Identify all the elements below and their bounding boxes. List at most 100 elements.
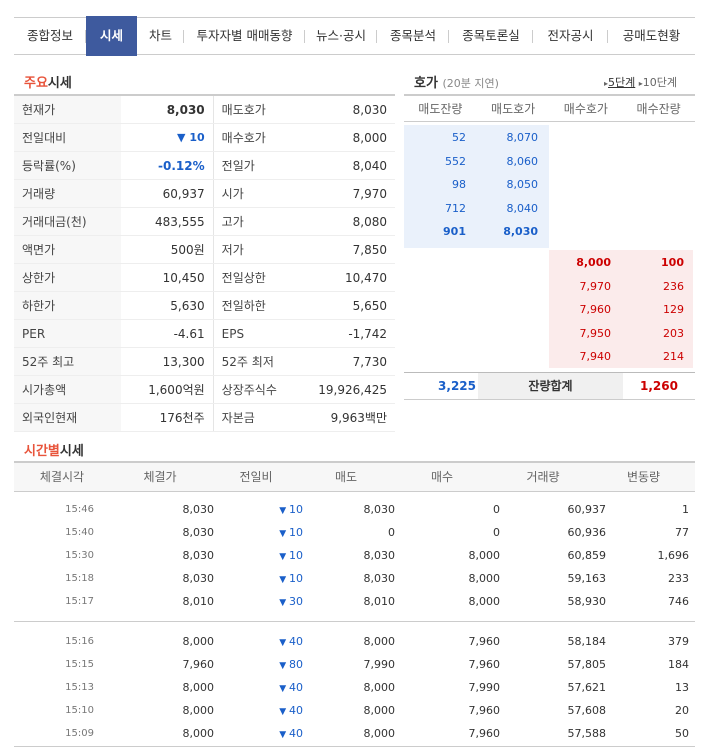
time-volume: 60,937 — [567, 503, 607, 516]
bid-price: 8,000 — [576, 256, 611, 269]
time-price: 8,000 — [182, 635, 215, 648]
time-header-1: 체결가 — [143, 470, 177, 484]
bid-qty: 100 — [661, 256, 684, 269]
time-row: 15:10 8,000 ▼ 40 8,000 7,960 57,608 20 — [14, 699, 695, 722]
quote-l1: 시가총액 — [14, 375, 121, 404]
quote-v1: -4.61 — [120, 319, 214, 348]
bid-price: 7,970 — [579, 279, 612, 293]
time-time: 15:16 — [65, 636, 94, 647]
step10-link[interactable]: 10단계 — [643, 76, 677, 89]
down-arrow-icon: ▼ — [279, 598, 289, 608]
time-time: 15:09 — [65, 728, 94, 739]
quote-l2: 매수호가 — [212, 123, 310, 152]
quote-v2: 10,470 — [309, 263, 395, 292]
quote-l1: PER — [14, 319, 121, 348]
time-header-6: 변동량 — [626, 470, 661, 484]
quote-row: 하한가 5,630 전일하한 5,650 — [14, 291, 395, 320]
time-time: 15:18 — [65, 573, 94, 584]
quote-row: 외국인현재 176천주 자본금 9,963백만 — [14, 403, 395, 432]
quote-v2: 8,040 — [309, 151, 395, 180]
time-ask: 8,030 — [363, 549, 396, 562]
order-book-title: 호가 (20분 지연) — [414, 72, 499, 91]
tab-2[interactable]: 차트 — [137, 18, 184, 54]
tab-5[interactable]: 종목분석 — [377, 18, 449, 54]
row-divider — [14, 746, 695, 747]
time-price: 8,030 — [182, 526, 215, 539]
time-price: 8,000 — [182, 727, 215, 740]
quote-v2: 8,000 — [309, 123, 395, 152]
tab-8[interactable]: 공매도현황 — [608, 18, 695, 54]
time-row: 15:17 8,010 ▼ 30 8,010 8,000 58,930 746 — [14, 590, 695, 613]
ask-qty: 712 — [445, 201, 466, 215]
time-header-0: 체결시각 — [39, 470, 85, 484]
bid-qty: 129 — [663, 303, 684, 316]
time-bid: 8,000 — [468, 572, 501, 585]
quote-v1: 5,630 — [120, 291, 214, 320]
time-price: 8,030 — [182, 503, 215, 516]
time-header-4: 매수 — [430, 470, 454, 484]
quote-l1: 상한가 — [14, 263, 121, 292]
tab-7[interactable]: 전자공시 — [533, 18, 608, 54]
quote-v1: 500원 — [120, 235, 214, 264]
ask-price: 8,060 — [506, 154, 539, 168]
time-ask: 8,000 — [363, 635, 396, 648]
quote-l2: 시가 — [212, 179, 310, 208]
time-row: 15:09 8,000 ▼ 40 8,000 7,960 57,588 50 — [14, 722, 695, 745]
quote-v1: 60,937 — [120, 179, 214, 208]
tab-1[interactable]: 시세 — [86, 16, 137, 56]
row-divider — [14, 621, 695, 622]
time-row: 15:15 7,960 ▼ 80 7,990 7,960 57,805 184 — [14, 653, 695, 676]
tab-3[interactable]: 투자자별 매매동향 — [184, 18, 305, 54]
time-row: 15:46 8,030 ▼ 10 8,030 0 60,937 1 — [14, 498, 695, 521]
ask-price: 8,030 — [503, 225, 538, 238]
step5-link[interactable]: 5단계 — [608, 76, 635, 89]
time-row: 15:16 8,000 ▼ 40 8,000 7,960 58,184 379 — [14, 630, 695, 653]
time-delta: 233 — [668, 572, 689, 585]
quote-l2: 52주 최저 — [212, 347, 310, 376]
total-label: 잔량합계 — [528, 379, 573, 393]
time-bid: 7,990 — [468, 681, 501, 694]
time-title-highlight: 시간별 — [24, 444, 60, 459]
change-value: 10 — [289, 549, 303, 562]
time-time: 15:15 — [65, 659, 94, 670]
change-cell: ▼ 40 — [214, 630, 303, 653]
quote-v1: ▼ 10 — [120, 123, 214, 152]
time-time: 15:40 — [65, 527, 94, 538]
change-cell: ▼ 40 — [214, 699, 303, 722]
time-volume: 59,163 — [567, 572, 607, 585]
quote-l1: 현재가 — [14, 95, 121, 124]
time-ask: 8,030 — [363, 572, 396, 585]
time-row: 15:40 8,030 ▼ 10 0 0 60,936 77 — [14, 521, 695, 544]
quote-l2: 저가 — [212, 235, 310, 264]
time-header-5: 거래량 — [526, 470, 560, 484]
time-ask: 8,000 — [363, 704, 396, 717]
time-bid: 7,960 — [468, 658, 501, 671]
time-bid: 8,000 — [468, 595, 501, 608]
down-arrow-icon: ▼ — [279, 684, 289, 694]
ask-qty: 901 — [443, 225, 466, 238]
time-ask: 0 — [388, 526, 395, 539]
time-price: 8,000 — [182, 704, 215, 717]
time-delta: 1,696 — [657, 549, 690, 562]
time-bid: 7,960 — [468, 635, 501, 648]
change-value: 10 — [289, 572, 303, 585]
time-price: 8,010 — [182, 595, 215, 608]
time-volume: 57,588 — [567, 727, 607, 740]
quote-row: 현재가 8,030 매도호가 8,030 — [14, 95, 395, 124]
order-book-label: 호가 — [414, 76, 438, 91]
time-delta: 77 — [675, 526, 689, 539]
quote-row: 거래량 60,937 시가 7,970 — [14, 179, 395, 208]
change-cell: ▼ 10 — [214, 567, 303, 590]
quote-v1: 10,450 — [120, 263, 214, 292]
time-volume: 57,608 — [567, 704, 607, 717]
tab-0[interactable]: 종합정보 — [14, 18, 86, 54]
change-value: 80 — [289, 658, 303, 671]
time-header-2: 전일비 — [239, 470, 273, 484]
tab-4[interactable]: 뉴스·공시 — [305, 18, 377, 54]
main-quote-table: 현재가 8,030 매도호가 8,030 전일대비 ▼ 10 매수호가 8,000 등락률(%)… — [14, 94, 395, 432]
down-arrow-icon: ▼ — [279, 661, 289, 671]
quote-l1: 하한가 — [14, 291, 121, 320]
tab-6[interactable]: 종목토론실 — [449, 18, 533, 54]
bid-price: 7,940 — [579, 350, 612, 363]
time-delta: 379 — [668, 635, 689, 648]
